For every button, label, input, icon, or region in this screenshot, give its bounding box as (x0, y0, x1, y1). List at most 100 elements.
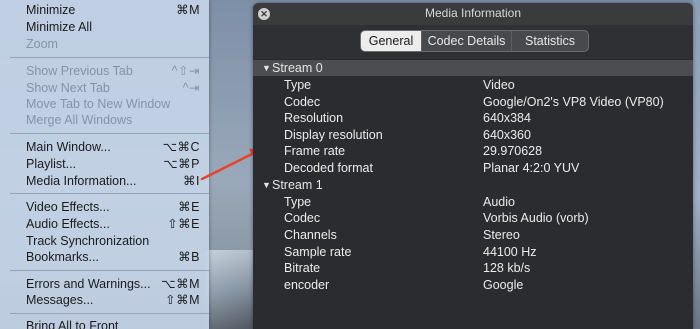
tab-bar: General Codec Details Statistics (360, 30, 589, 52)
menu-item-audio-effects[interactable]: Audio Effects... ⇧⌘E (0, 216, 209, 233)
property-row: Type Audio (253, 194, 693, 210)
property-row: Type Video (253, 77, 693, 93)
menu-separator (10, 133, 209, 134)
property-value: Vorbis Audio (vorb) (483, 211, 589, 225)
property-row: Codec Vorbis Audio (vorb) (253, 210, 693, 226)
property-row: Decoded format Planar 4:2:0 YUV (253, 160, 693, 176)
property-key: encoder (284, 278, 330, 292)
window-menu: Minimize ⌘M Minimize All Zoom Show Previ… (0, 0, 209, 329)
menu-item-track-synchronization[interactable]: Track Synchronization (0, 233, 209, 250)
menu-item-shortcut: ⌘B (178, 250, 200, 264)
property-value: Google (483, 278, 524, 292)
property-key: Codec (284, 211, 321, 225)
property-key: Decoded format (284, 161, 373, 175)
property-row: Resolution 640x384 (253, 110, 693, 126)
menu-item-label: Bring All to Front (26, 319, 119, 329)
menu-item-zoom: Zoom (0, 36, 209, 53)
menu-item-playlist[interactable]: Playlist... ⌥⌘P (0, 156, 209, 173)
menu-item-shortcut: ⌥⌘M (161, 277, 200, 291)
property-key: Bitrate (284, 261, 321, 275)
property-key: Resolution (284, 111, 344, 125)
desktop-background-edge (693, 0, 700, 329)
property-value: 29.970628 (483, 144, 543, 158)
menu-item-label: Video Effects... (26, 200, 110, 214)
menu-item-messages[interactable]: Messages... ⇧⌘M (0, 292, 209, 309)
menu-item-minimize[interactable]: Minimize ⌘M (0, 2, 209, 19)
menu-item-errors-warnings[interactable]: Errors and Warnings... ⌥⌘M (0, 276, 209, 293)
property-row: encoder Google (253, 277, 693, 293)
menu-item-minimize-all[interactable]: Minimize All (0, 19, 209, 36)
menu-item-label: Errors and Warnings... (26, 277, 151, 291)
tab-statistics[interactable]: Statistics (512, 31, 588, 51)
disclosure-triangle-icon[interactable]: ▼ (262, 60, 271, 76)
property-row: Display resolution 640x360 (253, 127, 693, 143)
property-value: Audio (483, 195, 515, 209)
menu-item-bookmarks[interactable]: Bookmarks... ⌘B (0, 249, 209, 266)
menu-separator (10, 193, 209, 194)
menu-item-label: Playlist... (26, 157, 77, 171)
property-key: Type (284, 195, 312, 209)
disclosure-triangle-icon[interactable]: ▼ (262, 177, 271, 193)
property-value: 640x360 (483, 128, 531, 142)
menu-item-label: Media Information... (26, 174, 137, 188)
menu-item-label: Show Previous Tab (26, 64, 133, 78)
property-value: 128 kb/s (483, 261, 531, 275)
menu-item-shortcut: ⇧⌘E (167, 217, 200, 231)
menu-item-move-tab: Move Tab to New Window (0, 96, 209, 113)
menu-item-label: Show Next Tab (26, 81, 110, 95)
menu-item-label: Messages... (26, 293, 94, 307)
property-row: Sample rate 44100 Hz (253, 244, 693, 260)
menu-item-label: Minimize All (26, 20, 92, 34)
menu-separator (10, 57, 209, 58)
close-icon[interactable]: ✕ (258, 8, 270, 20)
property-key: Sample rate (284, 245, 352, 259)
menu-item-shortcut: ⌘E (178, 200, 200, 214)
menu-item-shortcut: ⌥⌘P (163, 157, 200, 171)
menu-item-video-effects[interactable]: Video Effects... ⌘E (0, 199, 209, 216)
window-title: Media Information (424, 6, 522, 20)
menu-item-label: Minimize (26, 3, 76, 17)
tab-general[interactable]: General (361, 31, 422, 51)
property-value: Video (483, 78, 515, 92)
property-value: Planar 4:2:0 YUV (483, 161, 580, 175)
menu-item-shortcut: ^⇥ (182, 81, 200, 95)
menu-item-shortcut: ⇧⌘M (165, 293, 200, 307)
menu-item-show-previous-tab: Show Previous Tab ^⇧⇥ (0, 63, 209, 80)
menu-item-shortcut: ⌘M (176, 3, 200, 17)
media-information-window: ✕ Media Information General Codec Detail… (253, 3, 693, 329)
property-row: Channels Stereo (253, 227, 693, 243)
window-titlebar: ✕ Media Information (253, 3, 693, 25)
property-key: Frame rate (284, 144, 346, 158)
property-value: 640x384 (483, 111, 531, 125)
property-row: Frame rate 29.970628 (253, 143, 693, 159)
stream-tree: ▼ Stream 0 Type Video Codec Google/On2's… (253, 59, 693, 329)
menu-item-merge-windows: Merge All Windows (0, 112, 209, 129)
menu-item-shortcut: ⌥⌘C (162, 140, 200, 154)
menu-item-media-information[interactable]: Media Information... ⌘I (0, 173, 209, 190)
property-row: Bitrate 128 kb/s (253, 260, 693, 276)
property-value: 44100 Hz (483, 245, 537, 259)
menu-item-label: Audio Effects... (26, 217, 110, 231)
menu-separator (10, 313, 209, 314)
menu-item-shortcut: ⌘I (183, 174, 200, 188)
stream-row[interactable]: ▼ Stream 1 (253, 177, 693, 193)
property-key: Display resolution (284, 128, 383, 142)
menu-item-label: Main Window... (26, 140, 111, 154)
stream-row[interactable]: ▼ Stream 0 (253, 60, 693, 76)
property-key: Codec (284, 95, 321, 109)
tab-codec-details[interactable]: Codec Details (422, 31, 512, 51)
stream-label: Stream 0 (272, 61, 323, 75)
property-value: Stereo (483, 228, 520, 242)
menu-item-label: Move Tab to New Window (26, 97, 171, 111)
menu-item-show-next-tab: Show Next Tab ^⇥ (0, 80, 209, 97)
property-key: Type (284, 78, 312, 92)
menu-item-label: Zoom (26, 37, 58, 51)
property-key: Channels (284, 228, 337, 242)
property-value: Google/On2's VP8 Video (VP80) (483, 95, 664, 109)
menu-item-main-window[interactable]: Main Window... ⌥⌘C (0, 139, 209, 156)
menu-item-label: Track Synchronization (26, 234, 150, 248)
menu-item-bring-all-to-front[interactable]: Bring All to Front (0, 318, 209, 329)
menu-separator (10, 270, 209, 271)
menu-item-label: Merge All Windows (26, 113, 133, 127)
stream-label: Stream 1 (272, 178, 323, 192)
